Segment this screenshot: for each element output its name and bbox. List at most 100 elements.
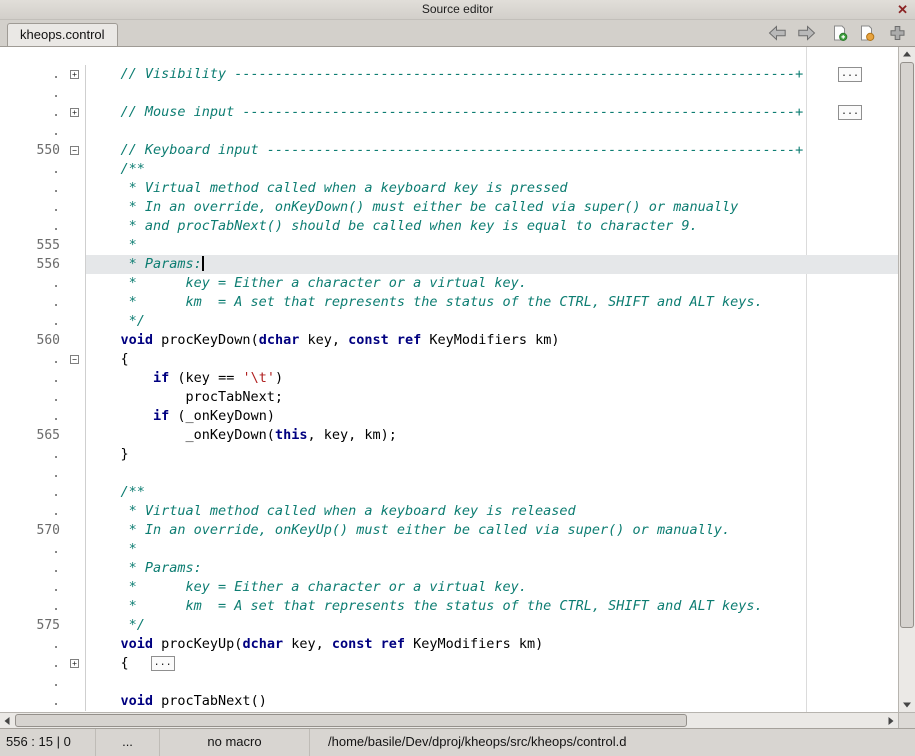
code-text[interactable] bbox=[86, 84, 898, 103]
code-text[interactable]: */ bbox=[86, 616, 898, 635]
code-text[interactable]: /** bbox=[86, 160, 898, 179]
fold-collapse-icon[interactable]: − bbox=[70, 355, 79, 364]
fold-gutter[interactable]: + bbox=[66, 65, 86, 84]
go-forward-button[interactable] bbox=[797, 26, 816, 41]
scroll-up-icon[interactable] bbox=[899, 47, 915, 62]
vertical-scrollbar[interactable] bbox=[898, 47, 915, 712]
scroll-right-icon[interactable] bbox=[883, 713, 898, 728]
code-text[interactable]: * Virtual method called when a keyboard … bbox=[86, 502, 898, 521]
code-text[interactable] bbox=[86, 673, 898, 692]
code-line[interactable]: .+ // Mouse input ----------------------… bbox=[0, 103, 898, 122]
fold-expand-icon[interactable]: + bbox=[70, 659, 79, 668]
code-line[interactable]: . if (key == '\t') bbox=[0, 369, 898, 388]
code-text[interactable] bbox=[86, 122, 898, 141]
detach-button[interactable] bbox=[890, 26, 905, 41]
code-line[interactable]: . /** bbox=[0, 160, 898, 179]
code-text[interactable]: * key = Either a character or a virtual … bbox=[86, 274, 898, 293]
horizontal-scroll-track[interactable] bbox=[15, 713, 883, 728]
code-text[interactable]: * In an override, onKeyDown() must eithe… bbox=[86, 198, 898, 217]
code-line[interactable]: . * Virtual method called when a keyboar… bbox=[0, 502, 898, 521]
fold-gutter[interactable]: − bbox=[66, 350, 86, 369]
fold-gutter[interactable]: + bbox=[66, 654, 86, 673]
code-text[interactable]: // Mouse input -------------------------… bbox=[86, 103, 898, 122]
code-line[interactable]: . void procKeyUp(dchar key, const ref Ke… bbox=[0, 635, 898, 654]
code-line[interactable]: . } bbox=[0, 445, 898, 464]
fold-expand-icon[interactable]: + bbox=[70, 108, 79, 117]
code-line[interactable]: . * Virtual method called when a keyboar… bbox=[0, 179, 898, 198]
code-line[interactable]: . * In an override, onKeyDown() must eit… bbox=[0, 198, 898, 217]
editor-area[interactable]: . + // Visibility -----------------------… bbox=[0, 47, 915, 712]
code-text[interactable]: * Params: bbox=[86, 559, 898, 578]
new-document-button[interactable] bbox=[831, 25, 848, 42]
code-line[interactable]: . /** bbox=[0, 483, 898, 502]
scroll-left-icon[interactable] bbox=[0, 713, 15, 728]
code-text[interactable]: void procTabNext() bbox=[86, 692, 898, 711]
code-line[interactable]: . procTabNext; bbox=[0, 388, 898, 407]
code-text[interactable]: if (_onKeyDown) bbox=[86, 407, 898, 426]
folded-code-box[interactable]: ... bbox=[838, 105, 862, 120]
close-icon[interactable]: ✕ bbox=[897, 0, 908, 19]
code-text[interactable]: * Virtual method called when a keyboard … bbox=[86, 179, 898, 198]
horizontal-scroll-thumb[interactable] bbox=[15, 714, 687, 727]
code-text[interactable]: {... bbox=[86, 654, 898, 673]
fold-collapse-icon[interactable]: − bbox=[70, 146, 79, 155]
code-line[interactable]: .+ // Visibility -----------------------… bbox=[0, 65, 898, 84]
code-line[interactable]: . * and procTabNext() should be called w… bbox=[0, 217, 898, 236]
code-line[interactable]: 555 * bbox=[0, 236, 898, 255]
code-text[interactable]: * bbox=[86, 236, 898, 255]
code-line[interactable]: . */ bbox=[0, 312, 898, 331]
code-line[interactable]: 565 _onKeyDown(this, key, km); bbox=[0, 426, 898, 445]
code-text[interactable]: _onKeyDown(this, key, km); bbox=[86, 426, 898, 445]
code-text[interactable]: } bbox=[86, 445, 898, 464]
code-line[interactable]: .− { bbox=[0, 350, 898, 369]
go-back-button[interactable] bbox=[768, 26, 787, 41]
fold-gutter[interactable]: − bbox=[66, 141, 86, 160]
code-line[interactable]: . if (_onKeyDown) bbox=[0, 407, 898, 426]
line-number: . bbox=[0, 483, 66, 502]
code-line[interactable]: 560 void procKeyDown(dchar key, const re… bbox=[0, 331, 898, 350]
code-text[interactable]: void procKeyUp(dchar key, const ref KeyM… bbox=[86, 635, 898, 654]
fold-gutter[interactable]: + bbox=[66, 103, 86, 122]
code-line[interactable]: . * km = A set that represents the statu… bbox=[0, 597, 898, 616]
titlebar[interactable]: Source editor ✕ bbox=[0, 0, 915, 20]
code-text[interactable]: { bbox=[86, 350, 898, 369]
code-text[interactable]: // Visibility --------------------------… bbox=[86, 65, 898, 84]
code-line[interactable]: . * Params: bbox=[0, 559, 898, 578]
code-text[interactable]: procTabNext; bbox=[86, 388, 898, 407]
code-line[interactable]: . bbox=[0, 464, 898, 483]
code-line[interactable]: . * key = Either a character or a virtua… bbox=[0, 578, 898, 597]
code-line[interactable]: . bbox=[0, 122, 898, 141]
code-line[interactable]: . bbox=[0, 673, 898, 692]
code-text[interactable]: * km = A set that represents the status … bbox=[86, 293, 898, 312]
fold-expand-icon[interactable]: + bbox=[70, 70, 79, 79]
folded-code-box[interactable]: ... bbox=[151, 656, 175, 671]
code-text[interactable]: /** bbox=[86, 483, 898, 502]
code-line[interactable]: 550− // Keyboard input -----------------… bbox=[0, 141, 898, 160]
code-text[interactable]: * and procTabNext() should be called whe… bbox=[86, 217, 898, 236]
code-line[interactable]: 575 */ bbox=[0, 616, 898, 635]
code-line[interactable]: . bbox=[0, 84, 898, 103]
code-text[interactable]: */ bbox=[86, 312, 898, 331]
code-line[interactable]: . * key = Either a character or a virtua… bbox=[0, 274, 898, 293]
vertical-scroll-thumb[interactable] bbox=[900, 62, 914, 628]
tab-kheops-control[interactable]: kheops.control bbox=[7, 23, 118, 46]
code-text[interactable]: * bbox=[86, 540, 898, 559]
code-line[interactable]: .+ {... bbox=[0, 654, 898, 673]
code-text[interactable]: * key = Either a character or a virtual … bbox=[86, 578, 898, 597]
code-line[interactable]: . * bbox=[0, 540, 898, 559]
code-line[interactable]: . * km = A set that represents the statu… bbox=[0, 293, 898, 312]
code-line[interactable]: 570 * In an override, onKeyUp() must eit… bbox=[0, 521, 898, 540]
code-text[interactable]: * In an override, onKeyUp() must either … bbox=[86, 521, 898, 540]
code-text[interactable] bbox=[86, 464, 898, 483]
folded-code-box[interactable]: ... bbox=[838, 67, 862, 82]
scroll-down-icon[interactable] bbox=[899, 697, 915, 712]
code-line[interactable]: 556 * Params: bbox=[0, 255, 898, 274]
code-text[interactable]: if (key == '\t') bbox=[86, 369, 898, 388]
code-text[interactable]: * km = A set that represents the status … bbox=[86, 597, 898, 616]
code-text[interactable]: * Params: bbox=[86, 255, 898, 274]
code-line[interactable]: . void procTabNext() bbox=[0, 692, 898, 711]
horizontal-scrollbar[interactable] bbox=[0, 713, 898, 728]
document-state-button[interactable] bbox=[858, 25, 875, 42]
code-text[interactable]: void procKeyDown(dchar key, const ref Ke… bbox=[86, 331, 898, 350]
code-text[interactable]: // Keyboard input ----------------------… bbox=[86, 141, 898, 160]
